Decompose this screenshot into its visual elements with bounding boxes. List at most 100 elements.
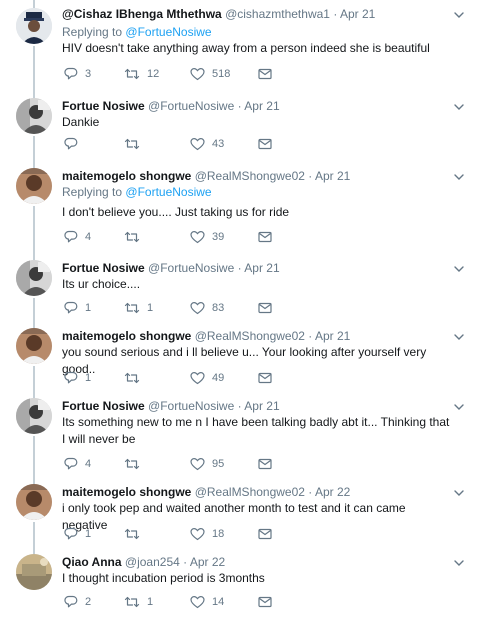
author-name[interactable]: Fortue Nosiwe — [62, 399, 145, 413]
author-name[interactable]: maitemogelo shongwe — [62, 485, 191, 499]
separator-dot: · — [308, 169, 313, 183]
timestamp[interactable]: Apr 22 — [190, 555, 225, 569]
tweet[interactable]: Fortue Nosiwe @FortueNosiwe · Apr 21 Its… — [0, 254, 481, 322]
dm-button[interactable] — [258, 136, 272, 152]
like-button[interactable]: 14 — [190, 594, 224, 610]
dm-button[interactable] — [258, 300, 272, 316]
timestamp[interactable]: Apr 21 — [340, 7, 375, 21]
author-name[interactable]: maitemogelo shongwe — [62, 329, 191, 343]
author-handle[interactable]: @RealMShongwe02 — [195, 485, 305, 499]
reply-button[interactable]: 4 — [64, 229, 91, 245]
heart-icon — [190, 230, 205, 244]
tweet[interactable]: maitemogelo shongwe @RealMShongwe02 · Ap… — [0, 162, 481, 254]
timestamp[interactable]: Apr 21 — [244, 99, 279, 113]
like-button[interactable]: 18 — [190, 526, 224, 542]
timestamp[interactable]: Apr 21 — [244, 399, 279, 413]
reply-button[interactable]: 4 — [64, 456, 91, 472]
author-name[interactable]: maitemogelo shongwe — [62, 169, 191, 183]
avatar[interactable] — [16, 328, 52, 364]
author-name[interactable]: Qiao Anna — [62, 555, 122, 569]
reply-icon — [64, 137, 78, 151]
author-handle[interactable]: @FortueNosiwe — [148, 99, 234, 113]
retweet-icon — [124, 230, 140, 244]
mention-link[interactable]: @FortueNosiwe — [125, 185, 211, 199]
dm-button[interactable] — [258, 66, 272, 82]
retweet-button[interactable] — [124, 136, 147, 152]
chevron-down-icon[interactable] — [453, 100, 465, 112]
author-name[interactable]: @Cishaz IBhenga Mthethwa — [62, 7, 222, 21]
separator-dot: · — [237, 261, 242, 275]
timestamp[interactable]: Apr 21 — [315, 329, 350, 343]
heart-icon — [190, 457, 205, 471]
author-handle[interactable]: @cishazmthethwa1 — [225, 7, 330, 21]
chevron-down-icon[interactable] — [453, 8, 465, 20]
retweet-button[interactable]: 1 — [124, 594, 153, 610]
like-button[interactable]: 49 — [190, 370, 224, 386]
retweet-button[interactable] — [124, 456, 147, 472]
replying-to-label: Replying to — [62, 25, 123, 39]
chevron-down-icon[interactable] — [453, 556, 465, 568]
retweet-count: 1 — [147, 596, 154, 608]
like-count: 18 — [212, 528, 225, 540]
author-handle[interactable]: @RealMShongwe02 — [195, 329, 305, 343]
tweet[interactable]: maitemogelo shongwe @RealMShongwe02 · Ap… — [0, 478, 481, 548]
chevron-down-icon[interactable] — [453, 486, 465, 498]
retweet-button[interactable] — [124, 526, 147, 542]
like-button[interactable]: 39 — [190, 229, 224, 245]
reply-count: 4 — [85, 458, 92, 470]
tweet[interactable]: Fortue Nosiwe @FortueNosiwe · Apr 21 Dan… — [0, 92, 481, 162]
avatar[interactable] — [16, 260, 52, 296]
timestamp[interactable]: Apr 21 — [315, 169, 350, 183]
tweet[interactable]: Qiao Anna @joan254 · Apr 22 I thought in… — [0, 548, 481, 619]
chevron-down-icon[interactable] — [453, 400, 465, 412]
avatar[interactable] — [16, 8, 52, 44]
author-name[interactable]: Fortue Nosiwe — [62, 99, 145, 113]
retweet-button[interactable]: 1 — [124, 300, 153, 316]
timestamp[interactable]: Apr 22 — [315, 485, 350, 499]
timestamp[interactable]: Apr 21 — [244, 261, 279, 275]
dm-button[interactable] — [258, 370, 272, 386]
chevron-down-icon[interactable] — [453, 330, 465, 342]
reply-button[interactable] — [64, 136, 85, 152]
avatar[interactable] — [16, 484, 52, 520]
author-handle[interactable]: @FortueNosiwe — [148, 261, 234, 275]
envelope-icon — [258, 68, 272, 80]
author-handle[interactable]: @RealMShongwe02 — [195, 169, 305, 183]
dm-button[interactable] — [258, 456, 272, 472]
reply-button[interactable]: 1 — [64, 526, 91, 542]
avatar[interactable] — [16, 554, 52, 590]
like-count: 518 — [212, 68, 231, 80]
separator-dot: · — [308, 329, 313, 343]
heart-icon — [190, 527, 205, 541]
avatar[interactable] — [16, 98, 52, 134]
tweet[interactable]: maitemogelo shongwe @RealMShongwe02 · Ap… — [0, 322, 481, 392]
like-button[interactable]: 43 — [190, 136, 224, 152]
reply-button[interactable]: 2 — [64, 594, 91, 610]
avatar[interactable] — [16, 168, 52, 204]
tweet[interactable]: @Cishaz IBhenga Mthethwa @cishazmthethwa… — [0, 0, 481, 92]
dm-button[interactable] — [258, 594, 272, 610]
dm-button[interactable] — [258, 229, 272, 245]
reply-button[interactable]: 1 — [64, 370, 91, 386]
author-name[interactable]: Fortue Nosiwe — [62, 261, 145, 275]
retweet-icon — [124, 595, 140, 609]
tweet-text: i only took pep and waited another month… — [62, 501, 406, 532]
reply-button[interactable]: 3 — [64, 66, 91, 82]
like-button[interactable]: 518 — [190, 66, 230, 82]
avatar[interactable] — [16, 398, 52, 434]
retweet-button[interactable] — [124, 370, 147, 386]
chevron-down-icon[interactable] — [453, 170, 465, 182]
author-handle[interactable]: @joan254 — [125, 555, 180, 569]
retweet-button[interactable]: 12 — [124, 66, 159, 82]
like-button[interactable]: 95 — [190, 456, 224, 472]
replying-to-label: Replying to — [62, 185, 123, 199]
tweet[interactable]: Fortue Nosiwe @FortueNosiwe · Apr 21 Its… — [0, 392, 481, 478]
dm-button[interactable] — [258, 526, 272, 542]
like-button[interactable]: 83 — [190, 300, 224, 316]
author-handle[interactable]: @FortueNosiwe — [148, 399, 234, 413]
tweet-text: I don't believe you.... Just taking us f… — [62, 205, 290, 219]
mention-link[interactable]: @FortueNosiwe — [125, 25, 211, 39]
chevron-down-icon[interactable] — [453, 262, 465, 274]
reply-button[interactable]: 1 — [64, 300, 91, 316]
retweet-button[interactable] — [124, 229, 147, 245]
